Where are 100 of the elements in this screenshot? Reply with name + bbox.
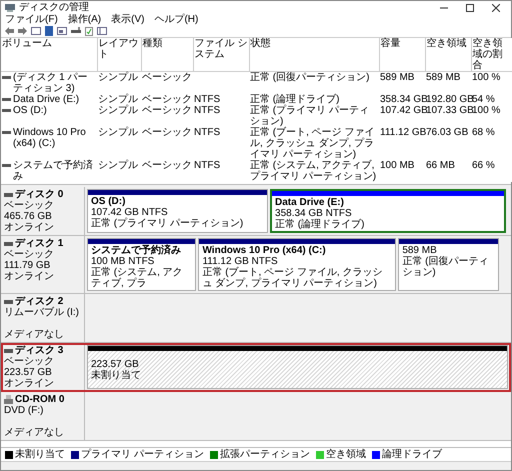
- partition[interactable]: OS (D:) 107.42 GB NTFS 正常 (プライマリ パーティション): [87, 189, 268, 233]
- column-header[interactable]: 種類: [141, 38, 193, 72]
- unallocated-space[interactable]: 223.57 GB 未割り当て: [87, 345, 508, 389]
- disk-name: CD-ROM 0: [15, 394, 64, 405]
- disk-info: オンライン: [4, 222, 55, 233]
- table-cell: 111.12 GB: [380, 127, 426, 138]
- table-cell: シンプル: [98, 94, 138, 105]
- table-cell: 100 MB: [380, 160, 414, 171]
- table-cell: 192.80 GB: [426, 94, 474, 105]
- table-cell: ベーシック: [142, 127, 192, 138]
- disk-info: オンライン: [4, 271, 55, 282]
- table-cell: シンプル: [98, 127, 138, 138]
- table-cell-text: Windows 10 Pro (x64) (C:): [13, 127, 87, 149]
- partition-status: 正常 (ブート, ページ ファイル, クラッシュ ダンプ, プライマリ パーティション): [202, 267, 384, 289]
- minimize-icon: [440, 6, 448, 8]
- menu-item[interactable]: 操作(A): [68, 14, 102, 25]
- partition-size: 100 MB NTFS: [91, 256, 156, 267]
- partition-name: Windows 10 Pro (x64) (C:): [202, 245, 327, 256]
- partition-size: 223.57 GB: [91, 358, 140, 370]
- partition-size: 358.34 GB NTFS: [275, 208, 352, 219]
- partition[interactable]: 589 MB 正常 (回復パーティション): [398, 238, 500, 291]
- disk-info: 223.57 GB: [4, 367, 53, 378]
- partition-name: Data Drive (E:): [275, 197, 345, 208]
- table-cell: 68 %: [472, 127, 495, 138]
- partition-name: OS (D:): [91, 196, 126, 207]
- table-cell: 107.33 GB: [426, 105, 474, 116]
- forward-arrow-icon[interactable]: [18, 27, 27, 35]
- back-arrow-icon[interactable]: [5, 27, 14, 35]
- disk-info: 465.76 GB: [4, 211, 53, 222]
- partition[interactable]: システムで予約済み 100 MB NTFS 正常 (システム, アクティブ, プラ: [87, 238, 196, 291]
- column-header[interactable]: 空き領域: [425, 38, 471, 72]
- disk-name: ディスク 3: [15, 345, 64, 356]
- checkbox-icon[interactable]: [85, 26, 93, 36]
- disk-name: ディスク 2: [15, 296, 64, 307]
- disk-info: メディアなし: [4, 427, 65, 438]
- table-cell: 100 %: [472, 105, 500, 116]
- disk-info: ベーシック: [4, 249, 55, 260]
- menu-item[interactable]: ファイル(F): [5, 14, 58, 25]
- legend-label: 未割り当て: [15, 449, 65, 460]
- partition[interactable]: Windows 10 Pro (x64) (C:) 111.12 GB NTFS 正常 (ブート, ページ ファイル, クラッシュ ダンプ, プライマリ パーティション): [198, 238, 396, 291]
- table-cell: シンプル: [98, 105, 138, 116]
- disk-name: ディスク 1: [15, 238, 64, 249]
- table-cell: OS (D:): [13, 105, 47, 116]
- column-header[interactable]: 容量: [379, 38, 425, 72]
- partition-status: 正常 (回復パーティション): [402, 256, 490, 278]
- partition-name: システムで予約済み: [91, 245, 182, 256]
- table-cell: 正常 (論理ドライブ): [250, 94, 340, 105]
- disk-info: リムーバブル (I:): [4, 307, 80, 318]
- legend-label: 論理ドライブ: [382, 449, 442, 460]
- table-cell: 76.03 GB: [426, 127, 468, 138]
- partition-size: 111.12 GB NTFS: [202, 256, 279, 267]
- table-cell: 100 %: [472, 72, 500, 83]
- disk-info: オンライン: [4, 378, 55, 389]
- disk-info: ベーシック: [4, 200, 55, 211]
- column-header[interactable]: 空き領域の割合: [471, 38, 512, 72]
- partition-status: 正常 (プライマリ パーティション): [91, 218, 244, 229]
- column-header[interactable]: レイアウト: [97, 38, 141, 72]
- window-icon[interactable]: [97, 27, 107, 35]
- window-icon[interactable]: [31, 27, 41, 35]
- table-cell: 正常 (回復パーティション): [250, 72, 370, 83]
- table-cell: NTFS: [194, 127, 220, 138]
- table-cell: NTFS: [194, 94, 220, 105]
- disk-info: DVD (F:): [4, 405, 44, 416]
- disk-info: 111.79 GB: [4, 260, 52, 271]
- menu-item[interactable]: 表示(V): [111, 14, 144, 25]
- column-header[interactable]: 状態: [249, 38, 379, 72]
- column-header[interactable]: ボリューム: [1, 38, 97, 72]
- partition-status: 正常 (論理ドライブ): [275, 219, 366, 230]
- close-icon: [492, 4, 500, 12]
- table-cell: シンプル: [98, 72, 138, 83]
- table-cell: ベーシック: [142, 160, 192, 171]
- disk-info: メディアなし: [4, 329, 65, 340]
- window-title: ディスクの管理: [19, 2, 90, 13]
- table-cell: 54 %: [472, 94, 495, 105]
- table-cell: 66 %: [472, 160, 495, 171]
- table-cell-text: システムで予約済み: [13, 160, 94, 182]
- disk-info: ベーシック: [4, 356, 55, 367]
- partition[interactable]: Data Drive (E:) 358.34 GB NTFS 正常 (論理ドライブ): [270, 189, 506, 233]
- table-cell: 正常 (プライマリ パーティション): [250, 105, 369, 127]
- table-cell: Data Drive (E:): [13, 94, 80, 105]
- legend-label: 拡張パーティション: [220, 449, 310, 460]
- disk-name: ディスク 0: [15, 189, 64, 200]
- table-cell: ベーシック: [142, 72, 192, 83]
- table-cell: 589 MB: [426, 72, 460, 83]
- table-cell: 107.42 GB: [380, 105, 428, 116]
- table-cell: ベーシック: [142, 105, 192, 116]
- table-cell: 589 MB: [380, 72, 414, 83]
- table-cell: 66 MB: [426, 160, 455, 171]
- partition-status: 正常 (システム, アクティブ, プラ: [91, 267, 184, 289]
- maximize-icon: [466, 4, 474, 12]
- partition-size: 589 MB: [402, 245, 438, 256]
- table-cell: 正常 (システム, アクティブ, プライマリ パーティション): [250, 160, 376, 182]
- table-cell: ベーシック: [142, 94, 192, 105]
- column-header[interactable]: ファイル システム: [193, 38, 249, 72]
- table-cell: NTFS: [194, 160, 220, 171]
- menu-item[interactable]: ヘルプ(H): [154, 14, 198, 25]
- window-icon[interactable]: [57, 27, 67, 35]
- partition-status: 未割り当て: [91, 370, 142, 380]
- legend-label: プライマリ パーティション: [81, 449, 204, 460]
- cd-drive-icon: [4, 395, 13, 404]
